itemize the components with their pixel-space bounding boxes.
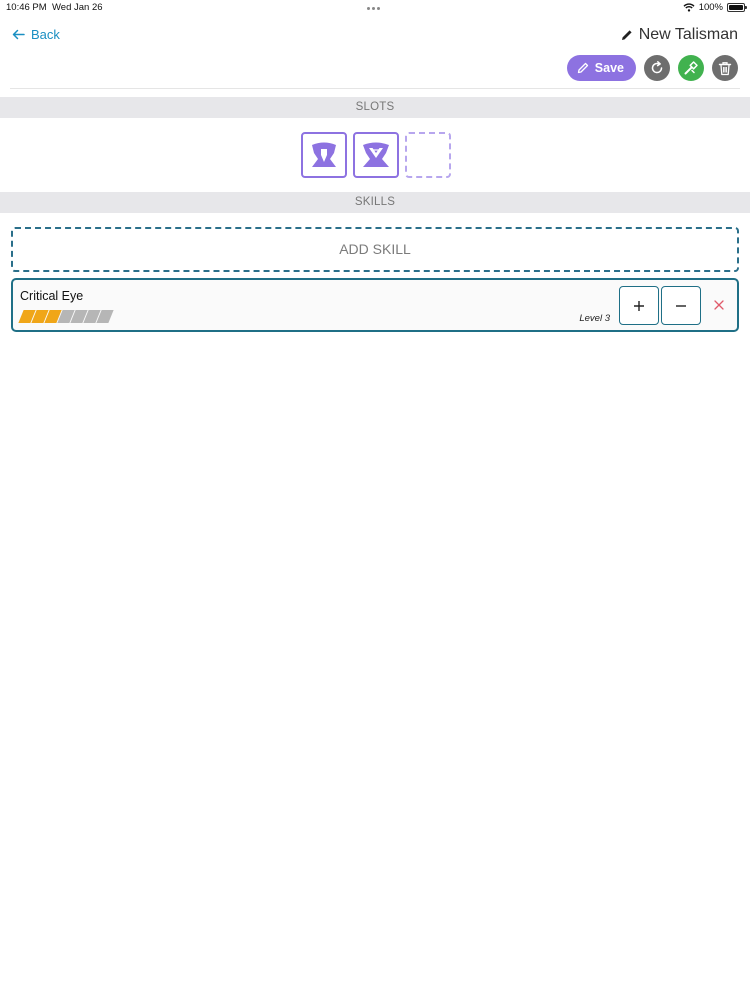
page-title[interactable]: New Talisman (620, 26, 738, 44)
battery-icon (727, 3, 747, 12)
skills-section-header: SKILLS (0, 192, 750, 213)
save-button[interactable]: Save (566, 55, 636, 81)
trash-icon (718, 61, 732, 75)
reset-button[interactable] (644, 55, 670, 81)
skill-card: Critical Eye Level 3 (11, 278, 739, 332)
increase-level-button[interactable] (619, 286, 659, 325)
multitasking-dots-icon[interactable] (367, 7, 383, 11)
toolbar: Save (566, 55, 738, 81)
slots-section-header: SLOTS (0, 97, 750, 118)
decrease-level-button[interactable] (661, 286, 701, 325)
slot-1[interactable] (301, 132, 347, 178)
status-time: 10:46 PM (6, 2, 47, 13)
hammer-icon (684, 61, 698, 75)
status-bar: 10:46 PM Wed Jan 26 100% (0, 0, 750, 16)
craft-button[interactable] (678, 55, 704, 81)
slot-3-empty[interactable] (405, 132, 451, 178)
pencil-icon (577, 62, 588, 74)
battery-percent: 100% (698, 2, 723, 13)
skill-name: Critical Eye (20, 289, 84, 303)
slots-row (301, 132, 451, 178)
skill-level-bar (18, 310, 114, 323)
remove-skill-button[interactable] (711, 297, 727, 313)
slot-2[interactable] (353, 132, 399, 178)
refresh-icon (651, 61, 663, 74)
minus-icon (676, 304, 686, 307)
skill-level-label: Level 3 (579, 313, 610, 324)
add-skill-button[interactable]: ADD SKILL (11, 227, 739, 272)
status-right: 100% (683, 2, 747, 13)
page-title-text: New Talisman (638, 26, 738, 43)
slot-level-2-icon (363, 142, 389, 167)
arrow-left-icon (12, 29, 25, 40)
close-icon (714, 300, 724, 310)
save-label: Save (594, 61, 624, 75)
plus-icon (634, 300, 644, 311)
header-divider (10, 88, 740, 89)
pencil-icon (621, 29, 632, 40)
delete-button[interactable] (712, 55, 738, 81)
back-button[interactable]: Back (12, 27, 60, 42)
slot-level-1-icon (312, 142, 336, 167)
back-label: Back (31, 27, 60, 42)
wifi-icon (683, 3, 695, 12)
status-date: Wed Jan 26 (52, 2, 103, 13)
